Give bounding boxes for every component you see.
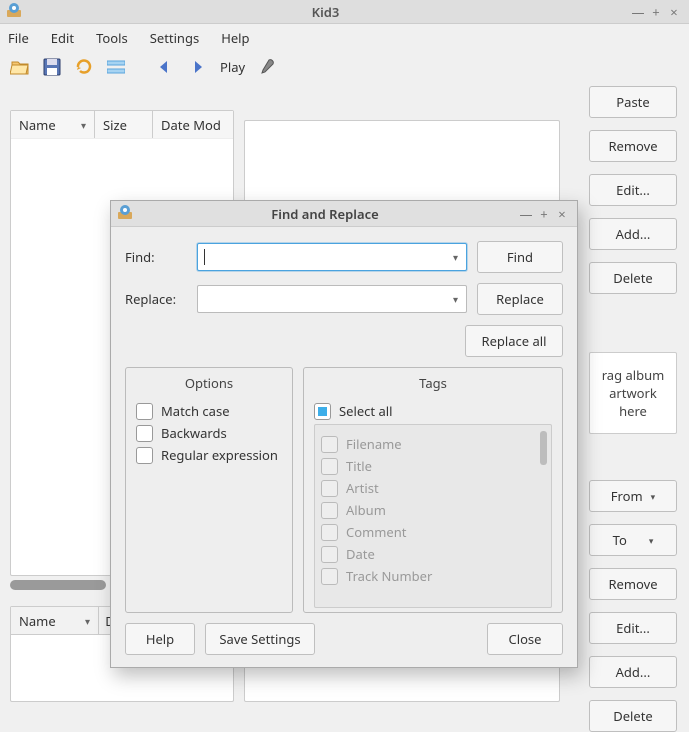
find-button[interactable]: Find (477, 241, 563, 273)
right-button-column: Paste Remove Edit... Add... Delete rag a… (589, 86, 677, 732)
tag-item-date[interactable]: Date (321, 545, 545, 563)
menu-help[interactable]: Help (221, 29, 249, 47)
checkbox[interactable] (136, 447, 153, 464)
prev-icon[interactable] (156, 57, 176, 77)
tag-list[interactable]: Filename Title Artist Album Comment Date… (314, 424, 552, 608)
save-icon[interactable] (42, 57, 62, 77)
dialog-footer: Help Save Settings Close (111, 623, 577, 667)
hscroll-thumb[interactable] (10, 580, 106, 590)
delete-button[interactable]: Delete (589, 262, 677, 294)
tag-item-album[interactable]: Album (321, 501, 545, 519)
tag-item-artist[interactable]: Artist (321, 479, 545, 497)
folder-tree-icon[interactable] (106, 57, 126, 77)
file-headers: Name▾ Size Date Mod (11, 111, 233, 139)
replace-label: Replace: (125, 290, 187, 308)
find-input[interactable]: ▾ (197, 243, 467, 271)
chevron-down-icon[interactable]: ▾ (453, 250, 458, 264)
chevron-down-icon: ▾ (85, 614, 90, 628)
add-button[interactable]: Add... (589, 218, 677, 250)
app-icon (6, 2, 22, 22)
dialog-maximize[interactable]: + (535, 205, 553, 223)
checkbox[interactable] (321, 436, 338, 453)
menubar: File Edit Tools Settings Help (0, 24, 689, 52)
paste-button[interactable]: Paste (589, 86, 677, 118)
from-dropdown[interactable]: From▾ (589, 480, 677, 512)
artwork-hint: rag album artwork here (602, 366, 665, 420)
select-all-check[interactable]: Select all (314, 402, 552, 420)
file-header-date[interactable]: Date Mod (153, 111, 233, 138)
checkbox[interactable] (321, 480, 338, 497)
checkbox[interactable] (321, 458, 338, 475)
find-replace-dialog: Find and Replace — + × Find: ▾ Find Repl… (110, 200, 578, 668)
close-button[interactable]: Close (487, 623, 563, 655)
dialog-close[interactable]: × (553, 205, 571, 223)
file-header-name[interactable]: Name▾ (11, 111, 95, 138)
option-backwards[interactable]: Backwards (136, 424, 282, 442)
replace-button[interactable]: Replace (477, 283, 563, 315)
dialog-title: Find and Replace (133, 205, 517, 223)
add-button-2[interactable]: Add... (589, 656, 677, 688)
checkbox[interactable] (321, 502, 338, 519)
tag-item-title[interactable]: Title (321, 457, 545, 475)
dialog-titlebar: Find and Replace — + × (111, 201, 577, 227)
edit-button[interactable]: Edit... (589, 174, 677, 206)
configure-icon[interactable] (257, 57, 277, 77)
main-titlebar: Kid3 — + × (0, 0, 689, 24)
window-minimize[interactable]: — (629, 3, 647, 21)
toolbar: Play (0, 52, 689, 82)
checkbox[interactable] (136, 425, 153, 442)
play-button[interactable]: Play (220, 58, 245, 76)
find-label: Find: (125, 248, 187, 266)
scrollbar-thumb[interactable] (540, 431, 547, 465)
checkbox[interactable] (136, 403, 153, 420)
options-group: Options Match case Backwards Regular exp… (125, 367, 293, 613)
tags-group: Tags Select all Filename Title Artist Al… (303, 367, 563, 613)
file-header-size[interactable]: Size (95, 111, 153, 138)
menu-file[interactable]: File (8, 29, 29, 47)
window-close[interactable]: × (665, 3, 683, 21)
chevron-down-icon[interactable]: ▾ (453, 292, 458, 306)
chevron-down-icon: ▾ (649, 534, 654, 547)
tag-item-tracknumber[interactable]: Track Number (321, 567, 545, 585)
replace-input[interactable]: ▾ (197, 285, 467, 313)
dialog-minimize[interactable]: — (517, 205, 535, 223)
to-dropdown[interactable]: To▾ (589, 524, 677, 556)
options-legend: Options (126, 374, 292, 392)
remove-button-2[interactable]: Remove (589, 568, 677, 600)
remove-button[interactable]: Remove (589, 130, 677, 162)
artwork-dropzone[interactable]: rag album artwork here (589, 352, 677, 434)
checkbox[interactable] (321, 524, 338, 541)
menu-settings[interactable]: Settings (150, 29, 199, 47)
chevron-down-icon: ▾ (81, 118, 86, 132)
menu-edit[interactable]: Edit (51, 29, 74, 47)
content-area: Name▾ Size Date Mod Name▾ D Paste Remove… (0, 82, 689, 712)
window-title: Kid3 (22, 3, 629, 21)
checkbox[interactable] (321, 546, 338, 563)
dialog-body: Find: ▾ Find Replace: ▾ Replace Replace … (111, 227, 577, 623)
help-button[interactable]: Help (125, 623, 195, 655)
text-caret (204, 249, 205, 265)
menu-tools[interactable]: Tools (96, 29, 128, 47)
window-maximize[interactable]: + (647, 3, 665, 21)
open-icon[interactable] (10, 57, 30, 77)
chevron-down-icon: ▾ (651, 490, 656, 503)
dialog-app-icon (117, 204, 133, 224)
tags-legend: Tags (304, 374, 562, 392)
track-header-name[interactable]: Name▾ (11, 607, 99, 634)
save-settings-button[interactable]: Save Settings (205, 623, 315, 655)
option-regex[interactable]: Regular expression (136, 446, 282, 464)
revert-icon[interactable] (74, 57, 94, 77)
tag-item-comment[interactable]: Comment (321, 523, 545, 541)
checkbox[interactable] (314, 403, 331, 420)
delete-button-2[interactable]: Delete (589, 700, 677, 732)
replace-all-button[interactable]: Replace all (465, 325, 563, 357)
option-match-case[interactable]: Match case (136, 402, 282, 420)
edit-button-2[interactable]: Edit... (589, 612, 677, 644)
checkbox[interactable] (321, 568, 338, 585)
tag-item-filename[interactable]: Filename (321, 435, 545, 453)
next-icon[interactable] (188, 57, 208, 77)
